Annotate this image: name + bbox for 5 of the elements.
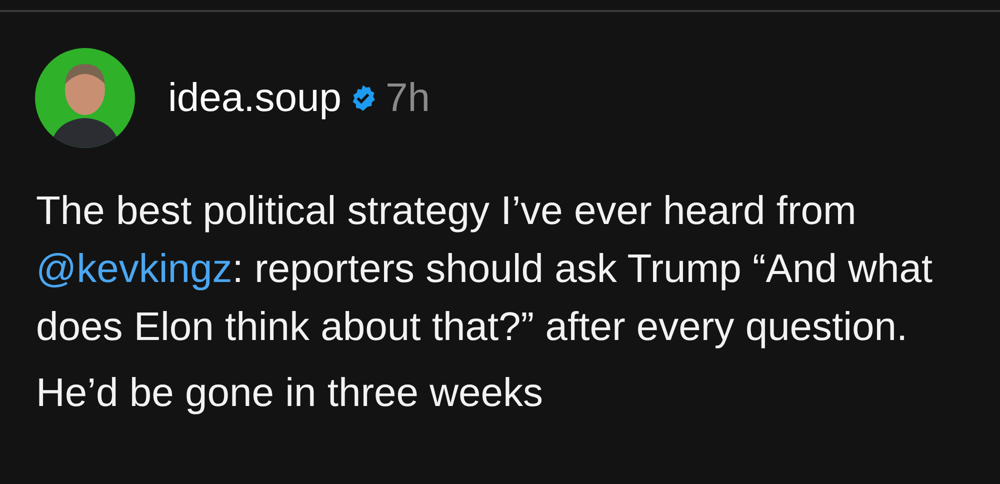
post-text: The best political strategy I’ve ever heard from @kevkingz: reporters should ask Trump “And what does Elon think about that?” after every question. xyxy=(36,188,934,351)
post-time: 7h xyxy=(385,76,430,120)
mention-link[interactable]: @kevkingz xyxy=(36,247,232,291)
post-text: He’d be gone in three weeks xyxy=(36,370,544,417)
username[interactable]: idea.soup xyxy=(168,76,342,120)
